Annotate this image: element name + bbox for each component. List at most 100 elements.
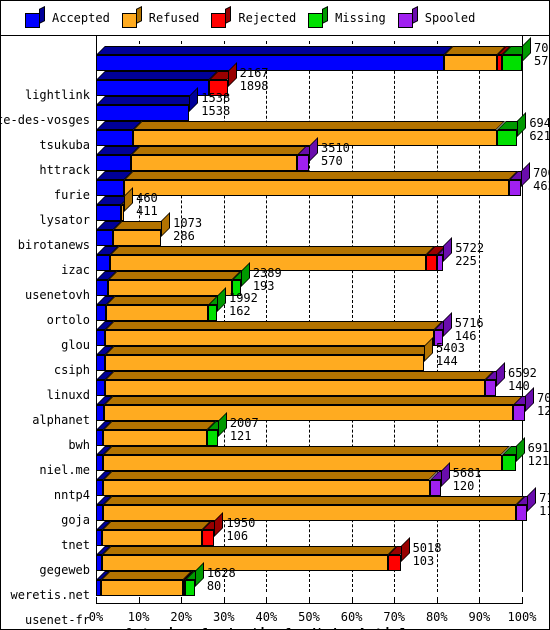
bar-segment-accepted [96, 505, 104, 521]
bar-segment-top-refused [102, 521, 212, 530]
bar-segment-missing [501, 455, 516, 471]
x-tick-label-90: 90% [468, 610, 491, 624]
bar-segment-top-refused [102, 546, 398, 555]
bar-segment-spooled [509, 180, 522, 196]
bar-segment-refused [107, 280, 233, 296]
refused-cube-icon [121, 5, 142, 28]
legend-label: Accepted [52, 11, 110, 25]
bar-accepted-value: 621 [529, 128, 550, 143]
bar-side-face [522, 37, 531, 62]
bar-accepted-value: 570 [321, 153, 343, 168]
bar-row [96, 87, 522, 121]
y-axis-label-goja: goja [61, 513, 90, 527]
bar-segment-top-refused [107, 271, 242, 280]
y-axis-label-tsukuba: tsukuba [39, 138, 90, 152]
bar-accepted-value: 140 [508, 378, 530, 393]
x-tick-label-100: 100% [507, 610, 537, 624]
missing-cube-icon [308, 5, 329, 28]
bar-total-value: 5681 [452, 466, 482, 480]
bar-value-labels: 1538 1538 [201, 92, 230, 117]
legend-item-accepted: Accepted [25, 5, 110, 28]
bar-segment-refused [105, 305, 209, 321]
bar-total-value: 2389 [252, 266, 282, 280]
bar-value-labels: 6918121 [528, 442, 549, 467]
x-tick-80 [436, 597, 438, 604]
bar-value-labels: 5722 225 [455, 242, 484, 267]
bar-value-labels: 1950 106 [226, 517, 255, 542]
bar-row [96, 187, 522, 221]
x-tick-0 [96, 597, 97, 604]
y-axis-label-csiph: csiph [53, 363, 90, 377]
bar-segment-spooled [513, 405, 525, 421]
bar-segment-rejected [425, 255, 437, 271]
bar-total-value: 2167 [239, 66, 269, 80]
bar-segment-accepted [96, 380, 105, 396]
rejected-cube-icon [211, 5, 232, 28]
bar-row [96, 487, 537, 521]
y-axis-label-alphanet: alphanet [32, 413, 90, 427]
bar-segment-top-refused [104, 321, 444, 330]
bar-segment-top-refused [103, 471, 439, 480]
bar-total-value: 6942 [529, 116, 549, 130]
x-tick-label-20: 20% [170, 610, 193, 624]
bar-segment-top-refused [109, 246, 435, 255]
bar-segment-refused [102, 530, 203, 546]
bar-value-labels: 7106117 [539, 491, 549, 517]
bar-segment-top-refused [103, 396, 523, 405]
bar-total-value: 5716 [454, 316, 484, 330]
bar-row [96, 162, 531, 196]
bar-value-labels: 7009463 [533, 167, 549, 192]
x-tick-label-0: 0% [88, 610, 104, 624]
bar-segment-refused [104, 330, 435, 346]
x-tick-30 [223, 597, 225, 604]
bar-segment-refused [103, 505, 517, 521]
bar-segment-top-refused [130, 146, 307, 155]
bar-total-value: 5403 [436, 341, 465, 355]
spooled-cube-icon [397, 5, 418, 28]
bar-total-value: 5722 [455, 241, 485, 255]
bar-segment-refused [104, 380, 485, 396]
bar-value-labels: 7069124 [537, 392, 549, 417]
y-axis-label-glou: glou [61, 338, 90, 352]
bar-total-value: 7106 [539, 491, 549, 505]
bar-segment-top-accepted [96, 71, 219, 80]
x-axis-ticks [96, 592, 532, 604]
bar-accepted-value: 144 [436, 353, 458, 368]
bar-row [96, 412, 522, 446]
bar-total-value: 1073 [173, 216, 203, 230]
bar-segment-accepted [96, 205, 122, 221]
bar-row [96, 387, 534, 421]
y-axis-label-gegeweb: gegeweb [39, 563, 90, 577]
bar-segment-top-refused [103, 496, 526, 505]
bar-segment-spooled [429, 480, 441, 496]
bar-value-labels: 2167 1898 [240, 67, 269, 92]
legend-label: Missing [335, 11, 386, 25]
y-axis-label-bete-des-vosges: bete-des-vosges [1, 113, 90, 127]
accepted-cube-icon [25, 5, 45, 28]
bar-accepted-value: 121 [229, 428, 252, 443]
bar-row [96, 262, 522, 296]
y-axis-label-birotanews: birotanews [17, 238, 90, 252]
bar-value-labels: 3510 570 [321, 142, 350, 167]
bar-segment-spooled [516, 505, 528, 521]
bar-segment-accepted [96, 130, 134, 146]
y-axis-label-furie: furie [53, 188, 90, 202]
bar-segment-top-refused [103, 446, 511, 455]
bar-accepted-value: 225 [455, 253, 477, 268]
bar-total-value: 2007 [229, 416, 259, 430]
bar-total-value: 460 [136, 191, 158, 205]
legend-item-rejected: Rejected [211, 5, 296, 28]
bar-segment-refused [113, 230, 162, 246]
legend-item-missing: Missing [308, 5, 386, 28]
bar-row [96, 512, 522, 546]
legend-label: Spooled [424, 11, 476, 25]
bar-segment-accepted [96, 355, 105, 371]
bar-segment-missing [207, 430, 218, 446]
bar-segment-accepted [96, 330, 105, 346]
bar-segment-top-refused [105, 296, 218, 305]
legend-item-spooled: Spooled [397, 5, 476, 28]
bar-segment-accepted [96, 230, 114, 246]
bar-segment-top-refused [124, 171, 519, 180]
x-tick-60 [351, 597, 353, 604]
bar-segment-refused [124, 180, 510, 196]
